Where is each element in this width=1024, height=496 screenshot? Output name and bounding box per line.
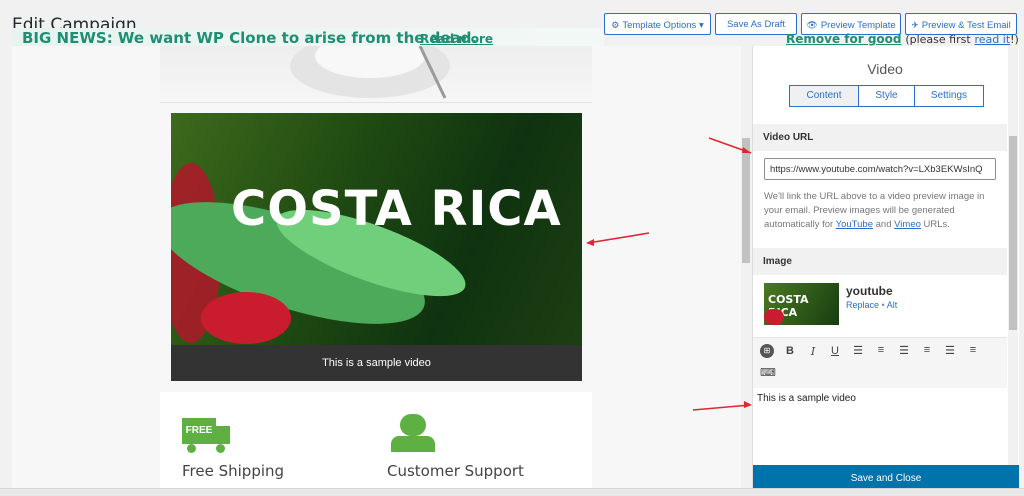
annotation-arrows [586, 137, 752, 411]
